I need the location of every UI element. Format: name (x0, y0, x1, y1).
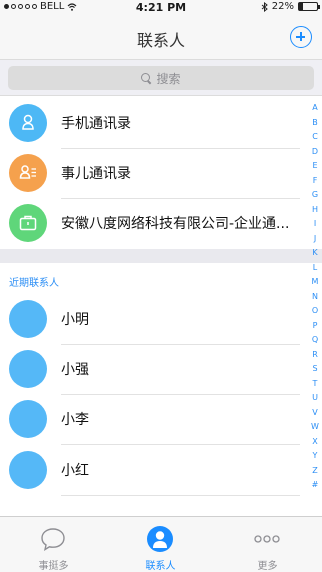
bluetooth-icon (261, 1, 268, 12)
index-letter[interactable]: H (308, 203, 322, 218)
index-letter[interactable]: A (308, 101, 322, 116)
contact-name: 小强 (61, 362, 89, 378)
avatar (9, 400, 47, 438)
avatar (9, 300, 47, 338)
index-letter[interactable]: X (308, 435, 322, 450)
list-item-phone-contacts[interactable]: 手机通讯录 (0, 99, 300, 149)
index-letter[interactable]: G (308, 188, 322, 203)
index-letter[interactable]: B (308, 116, 322, 131)
tab-bar: 事挺多 联系人 更多 (0, 516, 322, 572)
briefcase-icon (9, 204, 47, 242)
contact-row[interactable]: 小李 (0, 395, 300, 445)
divider (61, 444, 300, 445)
index-letter[interactable]: Q (308, 333, 322, 348)
index-letter[interactable]: V (308, 406, 322, 421)
page-title: 联系人 (136, 31, 185, 50)
index-letter[interactable]: L (308, 261, 322, 276)
index-letter[interactable]: Z (308, 464, 322, 479)
tab-label: 事挺多 (38, 561, 69, 572)
index-letter[interactable]: # (308, 478, 322, 493)
list-item-errand-contacts[interactable]: 事儿通讯录 (0, 149, 300, 199)
index-letter[interactable]: E (308, 159, 322, 174)
index-letter[interactable]: N (308, 290, 322, 305)
contact-name: 小红 (61, 463, 89, 479)
index-letter[interactable]: U (308, 391, 322, 406)
avatar (9, 350, 47, 388)
battery-percent: 22% (271, 1, 294, 12)
search-input[interactable]: 搜索 (8, 66, 314, 90)
avatar (9, 451, 47, 489)
section-divider (0, 249, 322, 263)
contact-row[interactable]: 小明 (0, 295, 300, 345)
index-letter[interactable]: F (308, 174, 322, 189)
tab-contacts[interactable]: 联系人 (107, 517, 214, 572)
list-item-label: 手机通讯录 (61, 116, 131, 132)
tab-more[interactable]: 更多 (214, 517, 321, 572)
contact-row[interactable]: 小红 (0, 446, 300, 496)
battery-icon (298, 2, 320, 11)
nav-bar: 联系人 (0, 14, 322, 60)
index-letter[interactable]: D (308, 145, 322, 160)
index-letter[interactable]: I (308, 217, 322, 232)
index-letter[interactable]: M (308, 275, 322, 290)
more-dots-icon (254, 535, 280, 543)
index-letter[interactable]: T (308, 377, 322, 392)
contact-name: 小明 (61, 312, 89, 328)
status-bar: BELL 4:21 PM 22% (0, 0, 322, 14)
index-letter[interactable]: Y (308, 449, 322, 464)
chat-bubble-icon (41, 528, 65, 551)
index-letter[interactable]: S (308, 362, 322, 377)
status-right: 22% (261, 1, 320, 12)
index-letter[interactable]: R (308, 348, 322, 363)
tab-label: 更多 (257, 561, 278, 572)
index-letter[interactable]: W (308, 420, 322, 435)
battery-fill (299, 3, 303, 10)
tab-label: 联系人 (145, 561, 176, 572)
person-icon (147, 526, 173, 552)
contact-list-icon (9, 154, 47, 192)
index-letter[interactable]: O (308, 304, 322, 319)
contact-row[interactable]: 小强 (0, 345, 300, 395)
search-icon (141, 72, 152, 84)
index-letter[interactable]: C (308, 130, 322, 145)
index-letter[interactable]: K (308, 246, 322, 261)
search-placeholder: 搜索 (156, 71, 181, 86)
contact-name: 小李 (61, 412, 89, 428)
section-header-recent: 近期联系人 (9, 278, 59, 289)
index-letter[interactable]: P (308, 319, 322, 334)
phone-book-icon (9, 104, 47, 142)
divider (61, 495, 300, 496)
list-item-label: 事儿通讯录 (61, 166, 131, 182)
list-item-company-contacts[interactable]: 安徽八度网络科技有限公司-企业通... (0, 199, 300, 249)
tab-messages[interactable]: 事挺多 (0, 517, 107, 572)
search-bar: 搜索 (0, 60, 322, 96)
add-contact-button[interactable] (290, 26, 312, 48)
list-item-label: 安徽八度网络科技有限公司-企业通... (61, 216, 290, 232)
alphabet-index[interactable]: A B C D E F G H I J K L M N O P Q R S T U V W X Y Z # (308, 101, 322, 493)
index-letter[interactable]: J (308, 232, 322, 247)
